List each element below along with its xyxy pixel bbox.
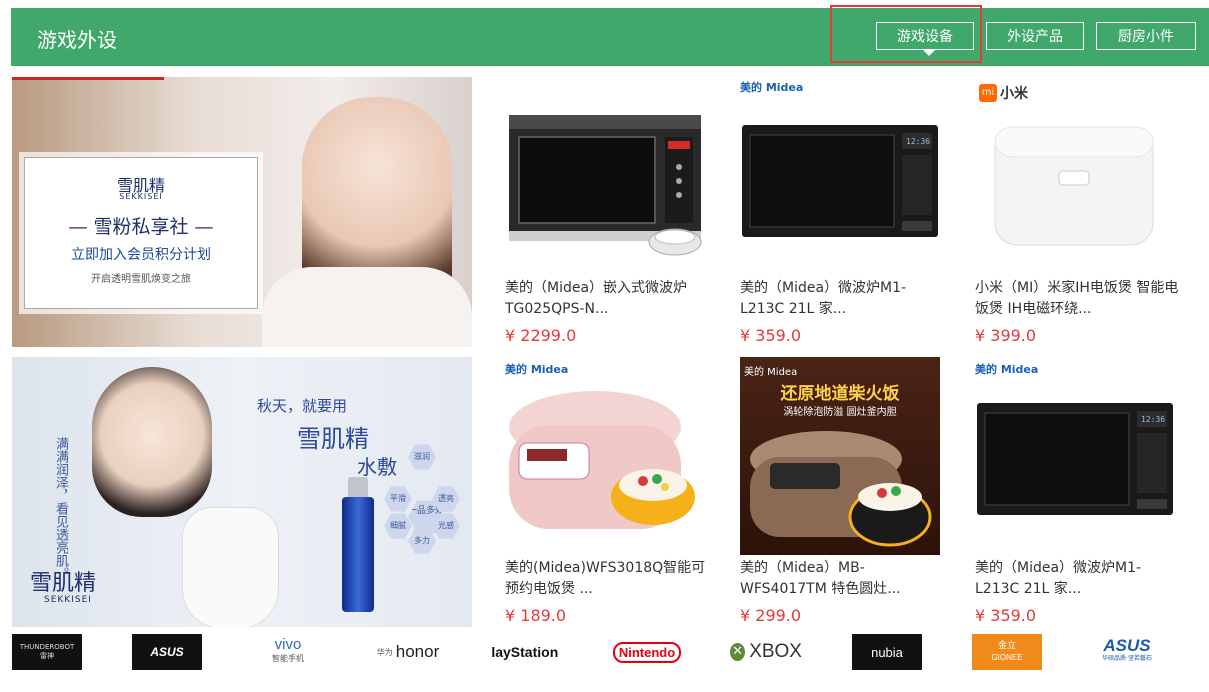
built-in-oven-icon	[509, 115, 702, 256]
banner-accent-line	[12, 77, 164, 80]
tab-kitchen-items[interactable]: 厨房小件	[1096, 22, 1196, 50]
hex-badge: 平滑	[384, 486, 412, 512]
brand-logo-asus-cn[interactable]: ASUS 华硕品质·坚若磐石	[1092, 634, 1162, 670]
brand-logo-xbox[interactable]: ✕ XBOX	[730, 634, 802, 670]
hex-badge: 滋润	[408, 444, 436, 470]
product-image[interactable]: 美的 Midea 还原地道柴火饭 涡轮除泡防溢 圆灶釜内胆	[740, 357, 940, 555]
brand-name: XBOX	[749, 641, 802, 662]
brand-logo-playstation[interactable]: PlayStation	[492, 634, 564, 670]
tab-highlight-box	[830, 5, 982, 63]
brand-name-en: SEKKISEI	[119, 192, 163, 201]
brand-label: 金立	[997, 641, 1016, 651]
brand-logo: 雪肌精	[30, 571, 97, 596]
tab-peripherals[interactable]: 外设产品	[986, 22, 1084, 50]
banner-side-text: 满满润泽，看见透亮肌。	[53, 437, 68, 580]
brand-logo-thunderobot[interactable]: THUNDEROBOT 雷神	[12, 634, 82, 670]
brand-name: ASUS	[1103, 636, 1151, 655]
brand-label: 华硕品质·坚若磐石	[1102, 655, 1152, 662]
rice-cooker-icon	[994, 126, 1154, 246]
brand-name: THUNDEROBOT	[19, 643, 75, 651]
brand-name: PlayStation	[492, 644, 559, 660]
product-bottle	[342, 497, 374, 612]
banner-line-3: 水敷	[357, 455, 397, 479]
mi-icon: mi	[979, 84, 997, 102]
product-price: ¥ 189.0	[505, 606, 567, 625]
microwave-icon: 12:36	[742, 125, 938, 237]
product-title[interactable]: 小米（MI）米家IH电饭煲 智能电饭煲 IH电磁环绕...	[975, 278, 1180, 320]
face-mask-image	[182, 507, 279, 627]
microwave-icon: 12:36	[977, 403, 1173, 515]
product-title[interactable]: 美的（Midea）嵌入式微波炉 TG025QPS-N...	[505, 278, 710, 320]
banner-line-1: 秋天，就要用	[257, 397, 348, 415]
brand-logo-nubia[interactable]: nubia	[852, 634, 922, 670]
brand-logo-vivo[interactable]: vivo 智能手机	[252, 634, 324, 670]
brand-logo-midea: 美的 Midea	[975, 363, 1039, 376]
product-title[interactable]: 美的（Midea）微波炉M1-L213C 21L 家...	[740, 278, 945, 320]
product-image[interactable]: mi 小米	[975, 77, 1185, 262]
product-image[interactable]: 美的 Midea	[505, 357, 715, 542]
brand-logo-xiaomi: mi 小米	[979, 83, 1028, 103]
svg-text:12:36: 12:36	[1141, 415, 1165, 424]
brand-label: 雷神	[40, 652, 54, 660]
product-price: ¥ 299.0	[740, 606, 802, 625]
product-image[interactable]: 美的 Midea 12:36	[975, 357, 1185, 542]
product-title[interactable]: 美的（Midea）MB-WFS4017TM 特色圆灶...	[740, 558, 945, 600]
product-image[interactable]	[505, 77, 715, 262]
brand-logo-honor[interactable]: 华为 honor	[372, 634, 444, 670]
xbox-icon: ✕	[730, 643, 746, 661]
product-image[interactable]: 美的 Midea 12:36	[740, 77, 950, 262]
club-card: 雪肌精 SEKKISEI — 雪粉私享社 — 立即加入会员积分计划 开启透明雪肌…	[24, 157, 258, 309]
rice-cooker-icon	[750, 431, 932, 547]
banner-line-2: 雪肌精	[297, 425, 369, 453]
product-price: ¥ 359.0	[975, 606, 1037, 625]
product-price: ¥ 2299.0	[505, 326, 577, 345]
brand-label: 智能手机	[272, 654, 304, 663]
product-title[interactable]: 美的(Midea)WFS3018Q智能可预约电饭煲 ...	[505, 558, 710, 600]
promo-banner-sekkisei-mask[interactable]: 秋天，就要用 雪肌精 水敷 满满润泽，看见透亮肌。 雪肌精 SEKKISEI 滋…	[12, 357, 472, 627]
brand-name: Nintendo	[612, 641, 682, 663]
brand-name: vivo	[274, 636, 302, 653]
product-price: ¥ 359.0	[740, 326, 802, 345]
banner-headline: — 雪粉私享社 —	[68, 216, 214, 238]
brand-logo-gionee[interactable]: 金立 GIONEE	[972, 634, 1042, 670]
model-sweater	[262, 267, 472, 347]
brand-name: honor	[395, 642, 440, 661]
hex-badge: 细腻	[384, 513, 412, 539]
svg-text:12:36: 12:36	[906, 137, 930, 146]
product-price: ¥ 399.0	[975, 326, 1037, 345]
banner-subline: 立即加入会员积分计划	[71, 247, 211, 263]
brand-logo-asus[interactable]: ASUS	[132, 634, 202, 670]
brand-logo-nintendo[interactable]: Nintendo	[612, 634, 682, 670]
model-photo	[92, 367, 212, 517]
brand-logo-midea: 美的 Midea	[740, 81, 804, 94]
banner-small-text: 开启透明雪肌焕变之旅	[91, 274, 191, 285]
brand-name: GIONEE	[991, 653, 1023, 662]
category-title: 游戏外设	[37, 28, 117, 52]
bottle-cap	[348, 477, 368, 499]
brand-logo-en: SEKKISEI	[44, 595, 92, 605]
promo-banner-sekkisei-club[interactable]: 雪肌精 SEKKISEI — 雪粉私享社 — 立即加入会员积分计划 开启透明雪肌…	[12, 77, 472, 347]
product-title[interactable]: 美的（Midea）微波炉M1-L213C 21L 家...	[975, 558, 1180, 600]
rice-cooker-icon	[509, 391, 695, 529]
brand-name: 小米	[1000, 86, 1028, 102]
brand-strip: THUNDEROBOT 雷神 ASUS vivo 智能手机 华为 honor P…	[0, 634, 1209, 670]
brand-label: 华为	[376, 647, 393, 657]
brand-logo-midea: 美的 Midea	[505, 363, 569, 376]
